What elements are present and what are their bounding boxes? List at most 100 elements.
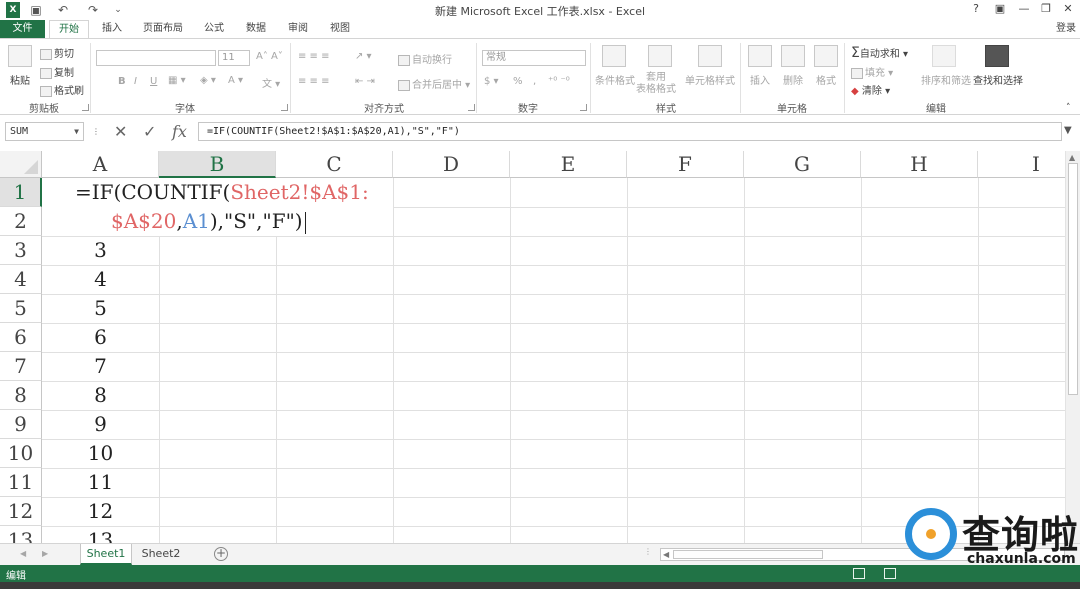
maximize-button[interactable]: ❐ — [1036, 2, 1056, 18]
copy-button[interactable]: 复制 — [40, 64, 74, 79]
tab-file[interactable]: 文件 — [0, 20, 45, 38]
font-launcher-icon[interactable] — [281, 104, 288, 111]
top-align-icon[interactable]: ≡ ≡ ≡ — [298, 51, 330, 62]
page-layout-view-icon[interactable] — [884, 568, 896, 579]
format-table-button[interactable]: 套用 表格格式 — [636, 72, 676, 96]
orientation-icon[interactable]: ↗ ▾ — [355, 51, 372, 62]
merge-center-button[interactable]: 合并后居中 ▾ — [398, 76, 470, 91]
cut-button[interactable]: 剪切 — [40, 45, 74, 60]
minimize-button[interactable]: — — [1014, 2, 1034, 18]
conditional-format-button[interactable]: 条件格式 — [595, 72, 635, 87]
row-header-11[interactable]: 11 — [0, 468, 42, 497]
italic-button[interactable]: I — [134, 76, 137, 87]
accounting-format-icon[interactable]: $ ▾ — [484, 76, 499, 87]
decimal-icon[interactable]: ⁺⁰ ⁻⁰ — [548, 76, 570, 87]
insert-cells-button[interactable]: 插入 — [750, 72, 770, 87]
wrap-text-button[interactable]: 自动换行 — [398, 51, 452, 66]
row-header-7[interactable]: 7 — [0, 352, 42, 381]
cell-a11[interactable]: 11 — [42, 470, 159, 494]
row-header-8[interactable]: 8 — [0, 381, 42, 410]
row-header-12[interactable]: 12 — [0, 497, 42, 526]
font-color-icon[interactable]: A ▾ — [228, 75, 243, 86]
grow-font-icon[interactable]: A˄ A˅ — [256, 51, 283, 62]
sheet-tab-sheet2[interactable]: Sheet2 — [136, 544, 186, 565]
paste-button[interactable]: 粘贴 — [10, 72, 30, 87]
tab-page-layout[interactable]: 页面布局 — [136, 20, 190, 38]
font-size-select[interactable]: 11 — [218, 50, 250, 66]
cell-styles-button[interactable]: 单元格样式 — [685, 72, 735, 87]
phonetic-icon[interactable]: 文 ▾ — [262, 75, 280, 90]
login-link[interactable]: 登录 — [1052, 20, 1080, 38]
cell-a5[interactable]: 5 — [42, 296, 159, 320]
tab-review[interactable]: 审阅 — [280, 20, 316, 38]
cell-a4[interactable]: 4 — [42, 267, 159, 291]
delete-cells-button[interactable]: 删除 — [783, 72, 803, 87]
insert-function-icon[interactable]: fx — [172, 122, 187, 141]
worksheet-grid[interactable]: A B C D E F G H I 1 2 3 4 5 6 7 8 9 10 1… — [0, 151, 1065, 543]
drag-handle-icon[interactable]: ⋮ — [92, 127, 100, 136]
find-select-button[interactable]: 查找和选择 — [973, 72, 1023, 87]
clipboard-launcher-icon[interactable] — [82, 104, 89, 111]
help-button[interactable]: ? — [966, 2, 986, 18]
sheet-tab-sheet1[interactable]: Sheet1 — [80, 544, 132, 565]
tab-insert[interactable]: 插入 — [94, 20, 130, 38]
column-header-d[interactable]: D — [393, 151, 510, 178]
name-box[interactable]: SUM ▼ — [5, 122, 84, 141]
tab-home[interactable]: 开始 — [49, 20, 89, 39]
underline-button[interactable]: U — [150, 76, 157, 87]
scrollbar-thumb[interactable] — [1068, 163, 1078, 395]
fill-button[interactable]: 填充 ▾ — [851, 64, 893, 79]
comma-button[interactable]: , — [533, 76, 536, 87]
fill-color-icon[interactable]: ◈ ▾ — [200, 75, 216, 86]
column-header-b[interactable]: B — [159, 151, 276, 178]
cell-a13[interactable]: 13 — [42, 528, 159, 543]
column-header-c[interactable]: C — [276, 151, 393, 178]
expand-formula-bar-icon[interactable]: ▼ — [1064, 125, 1072, 136]
cell-a7[interactable]: 7 — [42, 354, 159, 378]
add-sheet-icon[interactable]: + — [214, 547, 228, 561]
cell-a10[interactable]: 10 — [42, 441, 159, 465]
enter-icon[interactable]: ✓ — [143, 122, 156, 141]
cancel-icon[interactable]: ✕ — [114, 122, 127, 141]
cell-a3[interactable]: 3 — [42, 238, 159, 262]
format-cells-button[interactable]: 格式 — [816, 72, 836, 87]
sort-filter-button[interactable]: 排序和筛选 — [921, 72, 971, 87]
scrollbar-thumb[interactable] — [673, 550, 823, 559]
normal-view-icon[interactable] — [853, 568, 865, 579]
left-align-icon[interactable]: ≡ ≡ ≡ — [298, 76, 330, 87]
tab-formulas[interactable]: 公式 — [196, 20, 232, 38]
row-header-1[interactable]: 1 — [0, 178, 42, 207]
row-header-9[interactable]: 9 — [0, 410, 42, 439]
scroll-up-icon[interactable]: ▲ — [1069, 153, 1075, 162]
close-button[interactable]: ✕ — [1058, 2, 1078, 18]
cell-a6[interactable]: 6 — [42, 325, 159, 349]
row-header-5[interactable]: 5 — [0, 294, 42, 323]
cell-a9[interactable]: 9 — [42, 412, 159, 436]
select-all-button[interactable] — [0, 151, 42, 178]
autosum-button[interactable]: Σ自动求和 ▾ — [851, 45, 908, 61]
cell-a12[interactable]: 12 — [42, 499, 159, 523]
tab-view[interactable]: 视图 — [322, 20, 358, 38]
row-header-4[interactable]: 4 — [0, 265, 42, 294]
formula-input[interactable]: =IF(COUNTIF(Sheet2!$A$1:$A$20,A1),"S","F… — [198, 122, 1062, 141]
number-format-select[interactable]: 常规 — [482, 50, 586, 66]
borders-icon[interactable]: ▦ ▾ — [168, 75, 186, 86]
row-header-2[interactable]: 2 — [0, 207, 42, 236]
chevron-down-icon[interactable]: ▼ — [74, 123, 79, 140]
row-header-13[interactable]: 13 — [0, 526, 42, 543]
clear-button[interactable]: ◆ 清除 ▾ — [851, 82, 890, 97]
column-header-a[interactable]: A — [42, 151, 159, 178]
column-header-g[interactable]: G — [744, 151, 861, 178]
tab-data[interactable]: 数据 — [238, 20, 274, 38]
format-painter-button[interactable]: 格式刷 — [40, 82, 84, 97]
column-header-h[interactable]: H — [861, 151, 978, 178]
bold-button[interactable]: B — [118, 76, 126, 87]
number-launcher-icon[interactable] — [580, 104, 587, 111]
alignment-launcher-icon[interactable] — [468, 104, 475, 111]
column-header-e[interactable]: E — [510, 151, 627, 178]
row-header-10[interactable]: 10 — [0, 439, 42, 468]
scroll-left-icon[interactable]: ◀ — [663, 550, 669, 559]
vertical-scrollbar[interactable]: ▲ — [1065, 151, 1080, 543]
column-header-f[interactable]: F — [627, 151, 744, 178]
collapse-ribbon-icon[interactable]: ˄ — [1066, 103, 1071, 113]
